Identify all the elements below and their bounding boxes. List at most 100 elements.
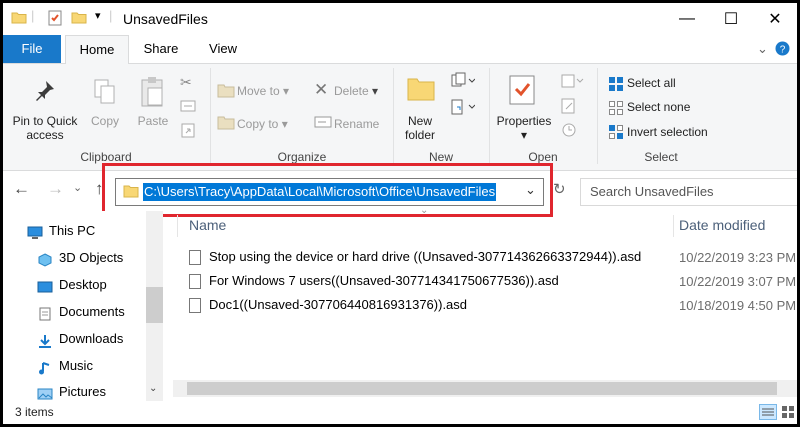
tab-share[interactable]: Share <box>133 35 189 63</box>
ribbon-tabs: File Home Share View ⌄ ? <box>3 35 797 65</box>
nav-item-label: Downloads <box>59 331 124 346</box>
nav-item-downloads[interactable]: Downloads <box>37 328 123 350</box>
close-button[interactable]: ✕ <box>753 3 797 35</box>
details-view-icon[interactable] <box>759 404 777 423</box>
file-row[interactable]: Doc1((Unsaved-307706440816931376)).asd <box>189 294 467 316</box>
cut-icon[interactable]: ✂ <box>180 74 192 91</box>
move-to-icon <box>217 82 235 101</box>
file-name: For Windows 7 users((Unsaved-30771434175… <box>209 273 559 288</box>
scrollbar-thumb[interactable] <box>146 287 163 323</box>
tab-file[interactable]: File <box>3 35 61 63</box>
recent-locations-chevron-icon[interactable]: ⌄ <box>73 181 82 194</box>
easy-access-icon[interactable] <box>451 98 476 119</box>
scroll-down-icon[interactable]: ⌄ <box>149 383 157 394</box>
nav-item-pictures[interactable]: Pictures <box>37 381 106 403</box>
file-name: Stop using the device or hard drive ((Un… <box>209 249 642 264</box>
paste-icon <box>139 76 167 111</box>
item-count: 3 items <box>15 405 54 419</box>
forward-arrow-icon[interactable]: → <box>47 179 64 199</box>
maximize-button[interactable]: ☐ <box>709 3 753 35</box>
nav-pane-scrollbar[interactable]: ⌄ <box>146 211 163 401</box>
file-date: 10/22/2019 3:07 PM <box>679 274 797 289</box>
group-divider <box>597 68 598 164</box>
nav-item-label: Pictures <box>59 384 106 399</box>
copy-path-icon[interactable] <box>180 100 196 115</box>
properties-button[interactable]: Properties ▾ <box>491 114 557 142</box>
nav-item-music[interactable]: Music <box>37 355 93 377</box>
invert-selection-icon <box>608 124 624 143</box>
move-to-label: Move to <box>237 84 280 98</box>
file-row[interactable]: Stop using the device or hard drive ((Un… <box>189 246 641 268</box>
file-date: 10/18/2019 4:50 PM <box>679 298 797 313</box>
divider: | <box>31 8 35 23</box>
title-bar: | ▾ | UnsavedFiles — ☐ ✕ <box>3 3 797 35</box>
rename-icon <box>314 116 332 131</box>
invert-selection-button[interactable]: Invert selection <box>627 125 708 139</box>
rename-button[interactable]: Rename <box>334 117 379 131</box>
new-item-icon[interactable] <box>451 72 476 93</box>
file-list-scrollbar[interactable] <box>173 380 797 397</box>
help-icon[interactable]: ? <box>775 41 790 59</box>
search-placeholder: Search UnsavedFiles <box>590 184 714 199</box>
file-list: Name Date modified Stop using the device… <box>173 211 797 401</box>
svg-text:?: ? <box>780 45 786 56</box>
select-none-button[interactable]: Select none <box>627 100 690 114</box>
new-folder-quick-icon[interactable] <box>71 10 87 27</box>
address-highlight-box <box>102 163 553 217</box>
new-folder-button[interactable]: New folder <box>397 114 443 142</box>
tab-view[interactable]: View <box>199 35 247 63</box>
paste-button[interactable]: Paste <box>131 114 175 128</box>
copy-icon <box>93 78 117 109</box>
copy-to-button[interactable]: Copy to ▾ <box>237 117 288 131</box>
history-icon[interactable] <box>561 122 577 141</box>
folder-icon <box>11 10 27 27</box>
pictures-icon <box>37 386 53 400</box>
column-header-name[interactable]: Name <box>189 217 226 233</box>
download-icon <box>37 333 53 348</box>
file-icon <box>189 298 201 314</box>
nav-item-documents[interactable]: Documents <box>37 301 125 323</box>
properties-label: Properties <box>496 114 552 128</box>
select-group-label: Select <box>644 150 678 164</box>
nav-item-label: 3D Objects <box>59 250 124 265</box>
delete-button[interactable]: Delete ▾ <box>334 84 378 98</box>
edit-icon[interactable] <box>561 98 577 117</box>
music-icon <box>37 360 53 375</box>
minimize-button[interactable]: — <box>665 3 709 35</box>
divider: | <box>109 8 113 23</box>
move-to-button[interactable]: Move to ▾ <box>237 84 289 98</box>
explorer-window: | ▾ | UnsavedFiles — ☐ ✕ File Home Share… <box>3 3 797 424</box>
status-bar: 3 items <box>3 401 797 424</box>
tab-home[interactable]: Home <box>65 35 129 65</box>
delete-label: Delete <box>334 84 369 98</box>
new-folder-icon <box>406 74 436 105</box>
file-row[interactable]: For Windows 7 users((Unsaved-30771434175… <box>189 270 559 292</box>
select-all-button[interactable]: Select all <box>627 76 676 90</box>
back-arrow-icon[interactable]: ← <box>13 179 30 199</box>
nav-item-label: This PC <box>49 223 96 238</box>
ribbon: Pin to Quick access Copy Paste ✂ Clipboa… <box>3 64 797 171</box>
paste-shortcut-icon[interactable] <box>181 122 195 141</box>
column-divider <box>177 215 178 237</box>
pin-quick-access-button[interactable]: Pin to Quick access <box>6 114 84 142</box>
collapse-ribbon-icon[interactable]: ⌄ <box>757 41 768 57</box>
copy-button[interactable]: Copy <box>87 114 123 128</box>
large-icons-view-icon[interactable] <box>781 405 795 422</box>
nav-item-3d-objects[interactable]: 3D Objects <box>37 247 123 269</box>
column-header-date-modified[interactable]: Date modified <box>679 217 765 233</box>
column-divider[interactable] <box>673 215 674 237</box>
nav-item-this-pc[interactable]: This PC <box>27 220 95 242</box>
properties-quick-icon[interactable] <box>47 10 63 29</box>
select-none-icon <box>608 100 624 119</box>
open-icon[interactable] <box>561 74 585 91</box>
nav-item-desktop[interactable]: Desktop <box>37 274 107 296</box>
refresh-icon[interactable]: ↻ <box>553 180 566 198</box>
chevron-down-icon: ▾ <box>283 84 290 98</box>
customize-quick-access-icon[interactable]: ▾ <box>95 9 101 22</box>
nav-item-label: Documents <box>59 304 125 319</box>
chevron-down-icon: ▾ <box>520 128 528 142</box>
delete-icon: ✕ <box>314 80 329 99</box>
select-all-icon <box>608 76 624 95</box>
search-box[interactable]: Search UnsavedFiles <box>580 178 797 206</box>
scrollbar-thumb[interactable] <box>187 382 777 395</box>
